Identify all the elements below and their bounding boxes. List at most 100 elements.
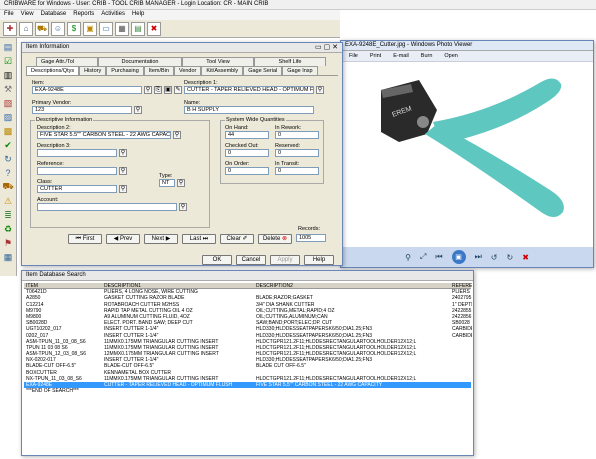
next-button[interactable]: Next ▶ bbox=[144, 234, 178, 244]
cart-icon[interactable]: ⛟ bbox=[35, 21, 49, 36]
box-icon[interactable]: ▣ bbox=[83, 21, 97, 36]
tab-shelf-life[interactable]: Shelf Life bbox=[254, 57, 326, 66]
vendor-field[interactable]: 123 bbox=[32, 106, 132, 114]
warning-icon[interactable]: ⚠ bbox=[2, 195, 14, 207]
rotate-left-icon[interactable]: ↺ bbox=[491, 253, 498, 262]
account-field[interactable] bbox=[37, 203, 177, 211]
reference-search-icon[interactable]: ⚲ bbox=[119, 167, 127, 175]
tab-documentation[interactable]: Documentation bbox=[98, 57, 182, 66]
apply-button[interactable]: Apply bbox=[270, 255, 300, 265]
crib-icon[interactable]: ⌂ bbox=[19, 21, 33, 36]
fit-icon[interactable]: ⤢ bbox=[420, 252, 426, 262]
menu-activities[interactable]: Activities bbox=[101, 11, 125, 19]
class-field[interactable]: CUTTER bbox=[37, 185, 117, 193]
tab-gage-insp[interactable]: Gage Insp bbox=[282, 66, 318, 75]
tab-tool-view[interactable]: Tool View bbox=[182, 57, 254, 66]
next-icon[interactable]: ⏭ bbox=[475, 252, 482, 262]
descriptions-panel: Item: EXA-9248E ⚲ ⎘ ▣ ✎ Description 1: C… bbox=[26, 75, 338, 255]
description1-search-icon[interactable]: ⚲ bbox=[316, 86, 324, 94]
new-icon[interactable]: ✚ bbox=[3, 21, 17, 36]
rotate-right-icon[interactable]: ↻ bbox=[506, 253, 513, 262]
zoom-icon[interactable]: ⚲ bbox=[405, 253, 411, 262]
tab-kit-assembly[interactable]: Kit/Assembly bbox=[201, 66, 244, 75]
app-title-bar: CRIBWARE for Windows - User: CRIB - TOOL… bbox=[0, 0, 596, 10]
sheet-icon[interactable]: ▤ bbox=[2, 41, 14, 53]
tab-item-bin[interactable]: Item/Bin bbox=[143, 66, 174, 75]
onorder-field: 0 bbox=[225, 167, 269, 175]
clear-button[interactable]: Clear ✐ bbox=[220, 234, 254, 244]
item-info-title-bar: Item Information ▭ ▢ ✕ bbox=[22, 43, 342, 53]
delete-icon[interactable]: ✖ bbox=[522, 253, 529, 262]
clipboard-icon[interactable]: ▩ bbox=[2, 125, 14, 137]
chart-icon[interactable]: ▨ bbox=[2, 111, 14, 123]
account-search-icon[interactable]: ⚲ bbox=[179, 203, 187, 211]
help-button[interactable]: Help bbox=[304, 255, 334, 265]
dollar-icon[interactable]: $ bbox=[67, 21, 81, 36]
tab-descriptions[interactable]: Descriptions/Qtys bbox=[26, 66, 80, 75]
description1-field[interactable]: CUTTER - TAPER RELIEVED HEAD - OPTIMUM F… bbox=[184, 86, 314, 94]
item-search-icon[interactable]: ⚲ bbox=[144, 86, 152, 94]
menu-file[interactable]: File bbox=[4, 11, 14, 19]
prev-icon: ◀ bbox=[113, 236, 119, 242]
person-icon[interactable]: ☺ bbox=[51, 21, 65, 36]
description2-field[interactable]: FIVE STAR 5.5"" CARBON STEEL - 22 AWG CA… bbox=[37, 131, 171, 139]
viewer-menu-file[interactable]: File bbox=[349, 53, 358, 59]
onhand-field: 44 bbox=[225, 131, 269, 139]
type-field[interactable]: NT bbox=[159, 179, 175, 187]
slideshow-icon[interactable]: ▣ bbox=[451, 250, 466, 264]
description2-search-icon[interactable]: ⚲ bbox=[173, 131, 181, 139]
checkbox-icon[interactable]: ☑ bbox=[2, 55, 14, 67]
cancel-button[interactable]: Cancel bbox=[236, 255, 266, 265]
recycle-icon[interactable]: ♻ bbox=[2, 223, 14, 235]
viewer-menu-print[interactable]: Print bbox=[370, 53, 381, 59]
search-title-bar: Item Database Search bbox=[22, 271, 473, 281]
stack-icon[interactable]: ≣ bbox=[2, 209, 14, 221]
tab-history[interactable]: History bbox=[79, 66, 107, 75]
description3-field[interactable] bbox=[37, 149, 117, 157]
system-quantities-label: System Wide Quantities bbox=[225, 117, 286, 123]
prev-button[interactable]: ◀ Prev bbox=[106, 234, 140, 244]
viewer-menu-open[interactable]: Open bbox=[444, 53, 457, 59]
checklist-icon[interactable]: ✔ bbox=[2, 139, 14, 151]
tab-purchasing[interactable]: Purchasing bbox=[106, 66, 144, 75]
delete-button[interactable]: Delete ⊗ bbox=[258, 234, 292, 244]
menu-database[interactable]: Database bbox=[41, 11, 67, 19]
tab-gage-attr[interactable]: Gage Attr./Tol bbox=[36, 57, 98, 66]
last-button[interactable]: Last ⏭ bbox=[182, 234, 216, 244]
help-icon[interactable]: ? bbox=[2, 167, 14, 179]
menu-view[interactable]: View bbox=[21, 11, 34, 19]
descriptive-info-group: Descriptive Information Description 2: F… bbox=[30, 117, 210, 228]
refresh-icon[interactable]: ↻ bbox=[2, 153, 14, 165]
type-search-icon[interactable]: ⚲ bbox=[177, 179, 185, 187]
flag-icon[interactable]: ⚑ bbox=[2, 237, 14, 249]
class-search-icon[interactable]: ⚲ bbox=[119, 185, 127, 193]
tab-vendor[interactable]: Vendor bbox=[173, 66, 202, 75]
wrench-icon[interactable]: ⚒ bbox=[2, 83, 14, 95]
truck-icon[interactable]: ⛟ bbox=[2, 181, 14, 193]
first-button[interactable]: ⏮ First bbox=[68, 234, 102, 244]
description3-search-icon[interactable]: ⚲ bbox=[119, 149, 127, 157]
viewer-menu-email[interactable]: E-mail bbox=[393, 53, 409, 59]
grid-icon[interactable]: ▤ bbox=[131, 21, 145, 36]
name-field[interactable]: B H SUPPLY bbox=[184, 106, 314, 114]
display-icon[interactable]: ▭ bbox=[99, 21, 113, 36]
item-copy-icon[interactable]: ⎘ bbox=[154, 86, 162, 94]
doc-icon[interactable]: ▧ bbox=[2, 97, 14, 109]
window-buttons[interactable]: ▭ ▢ ✕ bbox=[315, 43, 338, 51]
item-note-icon[interactable]: ✎ bbox=[174, 86, 182, 94]
viewer-menu-burn[interactable]: Burn bbox=[421, 53, 433, 59]
reference-field[interactable] bbox=[37, 167, 117, 175]
ok-button[interactable]: OK bbox=[202, 255, 232, 265]
barcode-icon[interactable]: ▥ bbox=[2, 69, 14, 81]
item-field[interactable]: EXA-9248E bbox=[32, 86, 142, 94]
calculator-icon[interactable]: ▦ bbox=[115, 21, 129, 36]
grid2-icon[interactable]: ▦ bbox=[2, 251, 14, 263]
menu-help[interactable]: Help bbox=[132, 11, 144, 19]
item-image-icon[interactable]: ▣ bbox=[164, 86, 172, 94]
vendor-search-icon[interactable]: ⚲ bbox=[134, 106, 142, 114]
previous-icon[interactable]: ⏮ bbox=[435, 252, 442, 262]
first-icon: ⏮ bbox=[75, 236, 82, 242]
menu-reports[interactable]: Reports bbox=[73, 11, 94, 19]
tab-gage-serial[interactable]: Gage Serial bbox=[243, 66, 283, 75]
close-icon[interactable]: ✖ bbox=[147, 21, 161, 36]
